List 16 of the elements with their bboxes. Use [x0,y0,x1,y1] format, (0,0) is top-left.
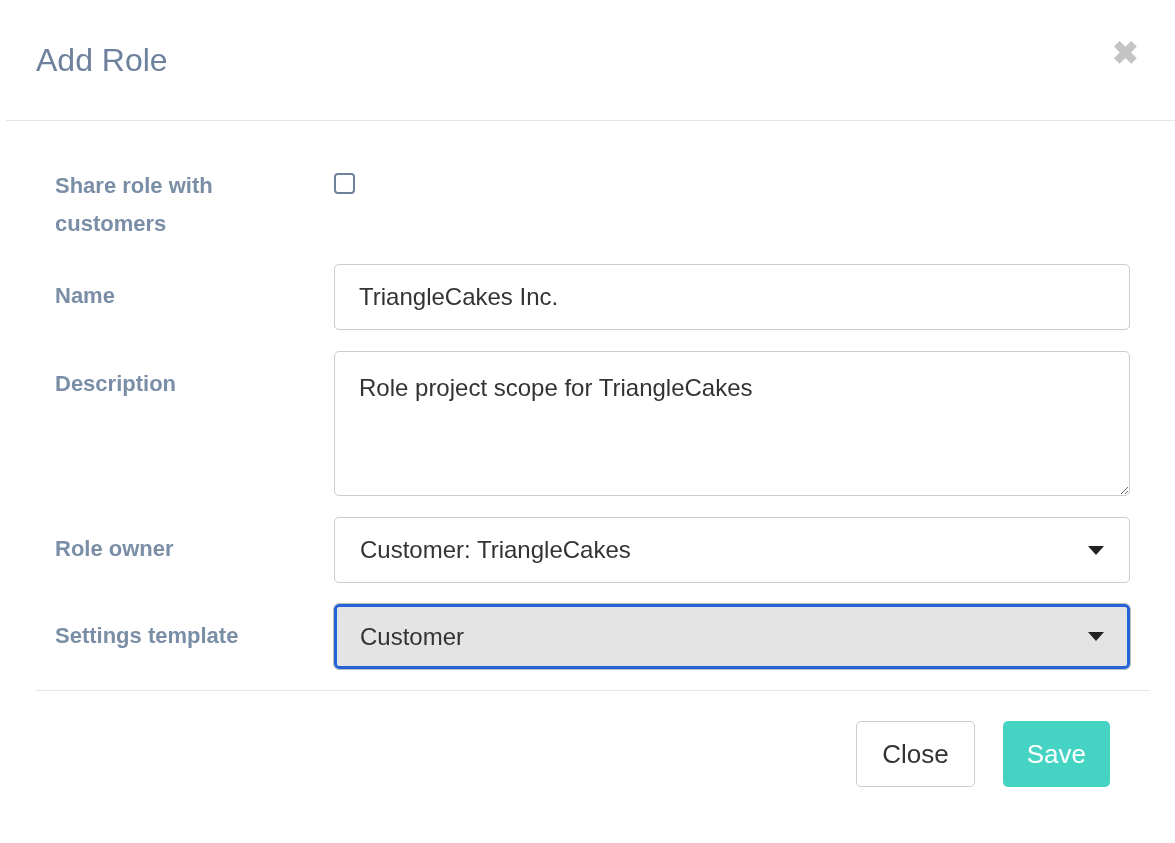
caret-icon [1088,632,1104,641]
caret-icon [1088,545,1104,555]
field-label: Role owner [55,535,175,563]
select-field[interactable]: Customer [334,604,1130,669]
field-label: Settings template [55,622,240,650]
field-label: Share role with customers [55,172,214,238]
name-field[interactable]: TriangleCakes Inc. [334,264,1130,330]
dialog-title: Add Role [36,41,168,80]
field-label: Description [55,370,178,398]
close-button[interactable]: Close [856,721,975,787]
select-value: Customer: TriangleCakes [360,535,631,565]
field-label: Name [55,282,116,310]
checkbox[interactable] [334,173,355,194]
select-value: Customer [360,621,465,652]
select-field[interactable]: Customer: TriangleCakes [334,517,1130,583]
description-field[interactable]: Role project scope for TriangleCakes [334,351,1130,496]
